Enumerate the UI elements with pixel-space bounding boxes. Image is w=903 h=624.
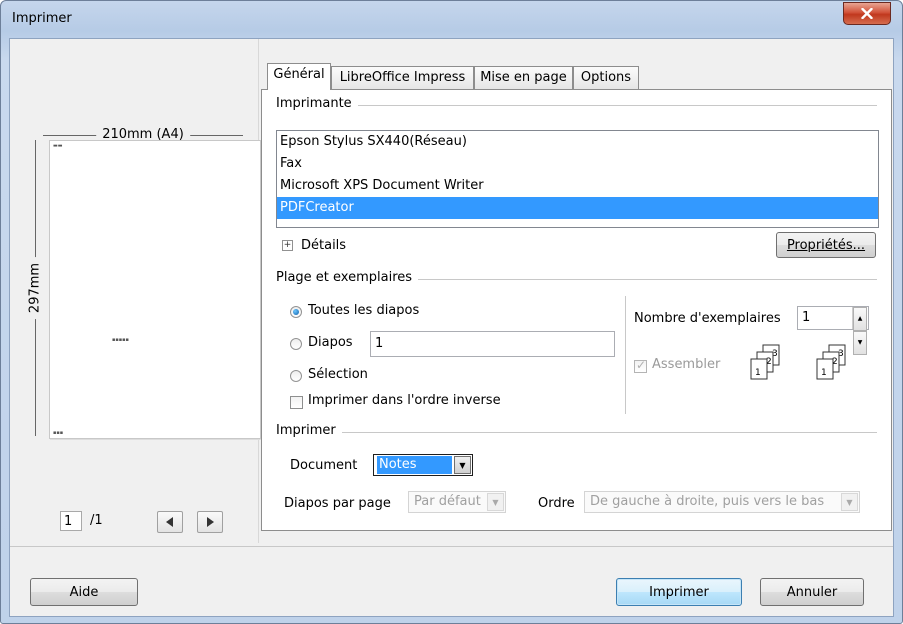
print-button-label: Imprimer: [649, 584, 709, 600]
next-page-button[interactable]: [197, 511, 223, 533]
tab-general[interactable]: Général: [267, 63, 331, 90]
slides-range-input[interactable]: 1: [370, 331, 615, 357]
page-number-input[interactable]: 1: [60, 511, 82, 531]
slides-per-page-select[interactable]: Par défaut ▼: [408, 491, 506, 513]
printer-item-epson[interactable]: Epson Stylus SX440(Réseau): [277, 131, 878, 153]
uncollate-pages-icon: 3 2 1: [816, 344, 846, 380]
title-bar[interactable]: Imprimer: [1, 1, 902, 37]
svg-text:1: 1: [821, 368, 827, 378]
help-button-label: Aide: [69, 584, 99, 600]
range-vertical-separator: [625, 296, 626, 414]
page-height-label: 297mm: [27, 256, 43, 320]
preview-footer-mark: ▪▪▪: [53, 430, 64, 436]
print-section-line: [276, 432, 877, 433]
collate-label: Assembler: [652, 357, 721, 372]
cancel-button[interactable]: Annuler: [760, 578, 864, 606]
printer-item-pdfcreator[interactable]: PDFCreator: [277, 197, 878, 219]
copies-label: Nombre d'exemplaires: [634, 311, 781, 326]
tab-options[interactable]: Options: [573, 66, 639, 89]
order-select-value: De gauche à droite, puis vers le bas: [590, 494, 825, 509]
window-title: Imprimer: [12, 11, 72, 26]
svg-text:1: 1: [755, 368, 761, 378]
triangle-left-icon: [166, 517, 173, 527]
printer-item-fax[interactable]: Fax: [277, 153, 878, 175]
page-total-label: /1: [90, 513, 103, 528]
reverse-order-checkbox[interactable]: [290, 396, 303, 409]
preview-pane: 210mm (A4) 297mm ▬▬ ▪▪▪▪▪ ▪▪▪ 1 /1: [10, 39, 261, 543]
page-height-dimension: 297mm: [27, 140, 43, 436]
reverse-order-label: Imprimer dans l'ordre inverse: [308, 393, 501, 408]
order-label: Ordre: [538, 496, 575, 511]
copies-input[interactable]: 1 ▲ ▼: [797, 306, 869, 355]
selection-label: Sélection: [308, 367, 368, 382]
close-button[interactable]: [843, 2, 891, 25]
all-slides-radio[interactable]: [290, 306, 302, 318]
spin-down-icon[interactable]: ▼: [853, 331, 867, 355]
button-area-separator: [10, 546, 893, 547]
slides-per-page-label: Diapos par page: [284, 496, 391, 511]
range-section-title: Plage et exemplaires: [276, 270, 419, 285]
close-icon: [861, 8, 873, 19]
slides-per-page-value: Par défaut: [414, 494, 481, 509]
collate-pages-icon: 3 2 1: [750, 344, 780, 380]
chevron-down-icon[interactable]: ▼: [841, 493, 858, 511]
properties-button[interactable]: Propriétés...: [776, 232, 876, 258]
tab-libreoffice-impress[interactable]: LibreOffice Impress: [331, 66, 474, 89]
general-tab-panel: Imprimante Epson Stylus SX440(Réseau) Fa…: [261, 89, 892, 531]
document-select[interactable]: Notes ▼: [373, 454, 473, 476]
previous-page-button[interactable]: [157, 511, 183, 533]
page-preview: ▬▬ ▪▪▪▪▪ ▪▪▪: [49, 140, 261, 439]
preview-content-mark: ▪▪▪▪▪: [112, 337, 129, 343]
print-dialog: Imprimer 210mm (A4) 297mm ▬▬ ▪▪▪▪▪ ▪▪▪ 1…: [0, 0, 903, 624]
print-button[interactable]: Imprimer: [616, 578, 742, 606]
selection-radio[interactable]: [290, 370, 302, 382]
copies-spinner[interactable]: ▲ ▼: [852, 307, 867, 355]
print-section-title: Imprimer: [276, 423, 342, 438]
preview-header-mark: ▬▬: [53, 143, 63, 149]
printer-list[interactable]: Epson Stylus SX440(Réseau) Fax Microsoft…: [276, 130, 879, 228]
spin-up-icon[interactable]: ▲: [853, 307, 867, 331]
collate-checkbox[interactable]: [634, 358, 647, 373]
printer-section-title: Imprimante: [276, 96, 358, 111]
details-toggle[interactable]: + Détails: [282, 238, 346, 253]
document-label: Document: [290, 458, 358, 473]
dialog-client-area: 210mm (A4) 297mm ▬▬ ▪▪▪▪▪ ▪▪▪ 1 /1 Génér…: [9, 38, 894, 617]
chevron-down-icon[interactable]: ▼: [454, 456, 471, 474]
document-select-value: Notes: [377, 456, 452, 474]
expand-plus-icon: +: [282, 240, 293, 251]
triangle-right-icon: [207, 517, 214, 527]
properties-button-label: Propriétés...: [786, 237, 866, 253]
order-select[interactable]: De gauche à droite, puis vers le bas ▼: [584, 491, 860, 513]
cancel-button-label: Annuler: [786, 584, 838, 600]
all-slides-label: Toutes les diapos: [308, 303, 420, 318]
tab-page-layout[interactable]: Mise en page: [474, 66, 573, 89]
help-button[interactable]: Aide: [30, 578, 138, 606]
chevron-down-icon[interactable]: ▼: [487, 493, 504, 511]
slides-label: Diapos: [308, 335, 353, 350]
slides-radio[interactable]: [290, 338, 302, 350]
details-label: Détails: [301, 238, 347, 253]
printer-item-xps[interactable]: Microsoft XPS Document Writer: [277, 175, 878, 197]
printer-section-line: [276, 105, 877, 106]
copies-value: 1: [802, 310, 811, 325]
